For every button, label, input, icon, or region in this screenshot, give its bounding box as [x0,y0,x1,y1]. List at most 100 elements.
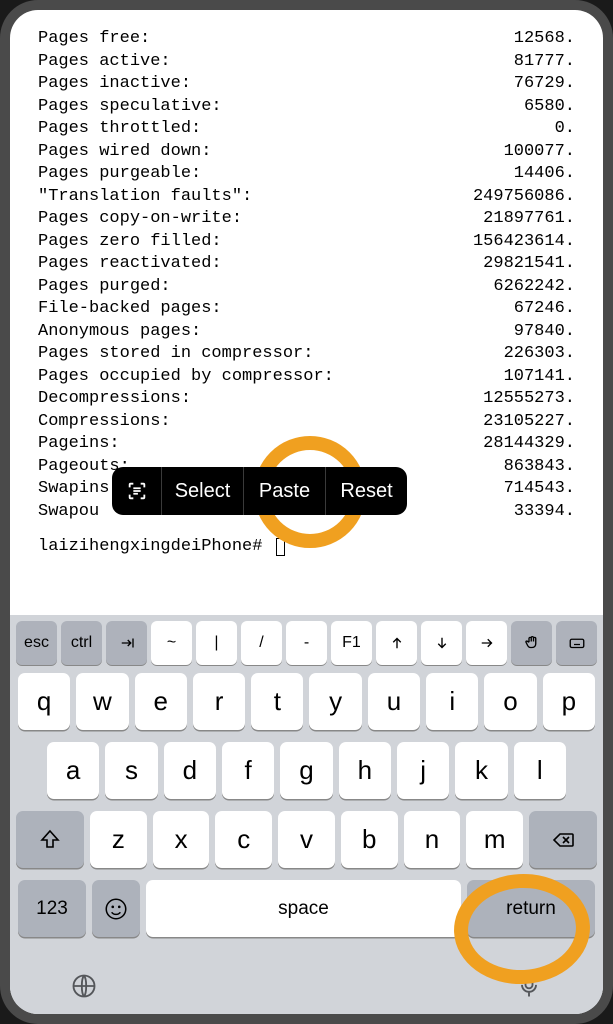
shift-key[interactable] [16,811,84,868]
key-a[interactable]: a [47,742,99,799]
space-key[interactable]: space [146,880,461,937]
esc-key[interactable]: esc [16,621,57,665]
emoji-key[interactable] [92,880,140,937]
dash-key[interactable]: - [286,621,327,665]
key-s[interactable]: s [105,742,157,799]
key-d[interactable]: d [164,742,216,799]
reset-button[interactable]: Reset [326,467,407,515]
key-p[interactable]: p [543,673,595,730]
terminal-row: Pages zero filled:156423614. [38,231,575,254]
key-c[interactable]: c [215,811,272,868]
arrow-right-key[interactable] [466,621,507,665]
stat-value: 33394. [514,501,575,524]
stat-value: 12555273. [483,388,575,411]
key-u[interactable]: u [368,673,420,730]
terminal-row: File-backed pages:67246. [38,298,575,321]
stat-label: Pages purgeable: [38,163,201,186]
key-row-3: zxcvbnm [16,811,597,868]
key-i[interactable]: i [426,673,478,730]
terminal-row: Pageins:28144329. [38,433,575,456]
stat-value: 226303. [504,343,575,366]
stat-value: 107141. [504,366,575,389]
paste-button[interactable]: Paste [244,467,326,515]
stat-label: "Translation faults": [38,186,252,209]
stat-value: 67246. [514,298,575,321]
key-g[interactable]: g [280,742,332,799]
f1-key[interactable]: F1 [331,621,372,665]
stat-label: Pages inactive: [38,73,191,96]
ctrl-key[interactable]: ctrl [61,621,102,665]
globe-button[interactable] [70,972,98,1005]
key-t[interactable]: t [251,673,303,730]
numbers-key[interactable]: 123 [18,880,86,937]
key-row-2: asdfghjkl [16,742,597,799]
arrow-up-key[interactable] [376,621,417,665]
key-f[interactable]: f [222,742,274,799]
arrow-right-icon [478,634,496,652]
key-k[interactable]: k [455,742,507,799]
key-v[interactable]: v [278,811,335,868]
stat-value: 29821541. [483,253,575,276]
keyboard-icon [568,634,586,652]
tab-key[interactable] [106,621,147,665]
arrow-down-key[interactable] [421,621,462,665]
key-e[interactable]: e [135,673,187,730]
stat-value: 6580. [524,96,575,119]
scan-text-button[interactable] [112,467,162,515]
return-key[interactable]: return [467,880,595,937]
stat-value: 100077. [504,141,575,164]
pipe-key[interactable]: | [196,621,237,665]
tilde-key[interactable]: ~ [151,621,192,665]
bottom-row: 123 space return [16,880,597,937]
key-l[interactable]: l [514,742,566,799]
key-x[interactable]: x [153,811,210,868]
keyboard: esc ctrl ~ | / - F1 qwertyuiop asdfghjkl… [10,615,603,1014]
prompt-text: laizihengxingdeiPhone# [38,536,273,559]
hand-icon [523,634,541,652]
key-m[interactable]: m [466,811,523,868]
shell-prompt[interactable]: laizihengxingdeiPhone# [38,536,575,559]
key-j[interactable]: j [397,742,449,799]
keyboard-bottom-bar [10,966,603,1014]
stat-label: Pages reactivated: [38,253,222,276]
stat-value: 28144329. [483,433,575,456]
key-y[interactable]: y [309,673,361,730]
key-n[interactable]: n [404,811,461,868]
key-q[interactable]: q [18,673,70,730]
key-h[interactable]: h [339,742,391,799]
stat-value: 23105227. [483,411,575,434]
stat-value: 21897761. [483,208,575,231]
key-z[interactable]: z [90,811,147,868]
terminal-row: Pages active:81777. [38,51,575,74]
backspace-key[interactable] [529,811,597,868]
touch-toggle-key[interactable] [511,621,552,665]
stat-label: Pages speculative: [38,96,222,119]
terminal-row: Pages stored in compressor: 226303. [38,343,575,366]
stat-label: Decompressions: [38,388,191,411]
slash-key[interactable]: / [241,621,282,665]
terminal-row: Pages copy-on-write:21897761. [38,208,575,231]
select-button[interactable]: Select [162,467,244,515]
terminal-row: Decompressions: 12555273. [38,388,575,411]
cursor [276,538,285,556]
stat-value: 0. [555,118,575,141]
key-w[interactable]: w [76,673,128,730]
arrow-up-icon [388,634,406,652]
stat-value: 81777. [514,51,575,74]
stat-label: Pages wired down: [38,141,211,164]
device-frame: Pages free:12568.Pages active:81777.Page… [10,10,603,1014]
key-o[interactable]: o [484,673,536,730]
backspace-icon [551,828,575,852]
terminal-row: Pages wired down: 100077. [38,141,575,164]
stat-value: 76729. [514,73,575,96]
terminal-row: Pages purged:6262242. [38,276,575,299]
keyboard-toggle-key[interactable] [556,621,597,665]
key-r[interactable]: r [193,673,245,730]
stat-value: 714543. [504,478,575,501]
stat-label: Anonymous pages: [38,321,201,344]
stat-label: Pages stored in compressor: [38,343,313,366]
terminal-row: Pages purgeable:14406. [38,163,575,186]
terminal-row: Pages free:12568. [38,28,575,51]
key-b[interactable]: b [341,811,398,868]
dictation-button[interactable] [515,972,543,1005]
